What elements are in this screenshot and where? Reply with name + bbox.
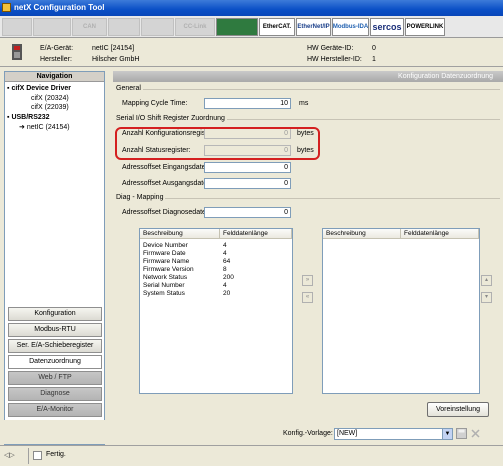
mapped-diag-table[interactable]: Beschreibung Felddatenlänge [322, 228, 480, 394]
logo-sercos: sercos [370, 18, 404, 36]
tree-item-cifx-22039[interactable]: cifX (22039) [31, 104, 69, 111]
available-diag-table[interactable]: Beschreibung Felddatenlänge Device Numbe… [139, 228, 293, 394]
nav-web-ftp-button[interactable]: Web / FTP [8, 371, 102, 385]
status-bar: ◁▷ Fertig. [0, 445, 503, 466]
highlight-box [115, 127, 320, 160]
default-settings-button[interactable]: Voreinstellung [427, 402, 489, 417]
logo-modbus-ida: Modbus-IDA [332, 18, 369, 36]
nav-konfiguration-button[interactable]: Konfiguration [8, 307, 102, 321]
tree-item-cifx-driver[interactable]: ▪ cifX Device Driver [7, 85, 71, 92]
template-select[interactable]: [NEW] ▼ [334, 428, 453, 440]
navigation-panel: Navigation ▪ cifX Device Driver cifX (20… [4, 71, 105, 445]
logo-5 [141, 18, 174, 36]
table-row-description[interactable]: Serial Number [143, 282, 185, 289]
template-label: Konfig.-Vorlage: [283, 430, 333, 437]
table-row-length[interactable]: 64 [223, 258, 230, 265]
table-row-description[interactable]: Firmware Version [143, 266, 194, 273]
diag-group-label: Diag - Mapping [116, 194, 166, 201]
nav-datenzuordnung-button[interactable]: Datenzuordnung [8, 355, 102, 369]
table-row-description[interactable]: Device Number [143, 242, 188, 249]
logo-2 [33, 18, 71, 36]
cycle-time-input[interactable]: 10 [204, 98, 291, 109]
tree-item-cifx-20324[interactable]: cifX (20324) [31, 95, 69, 102]
table-row-length[interactable]: 4 [223, 250, 227, 257]
panel-title: Konfiguration Datenzuordnung [113, 71, 503, 82]
move-left-button[interactable]: « [302, 292, 313, 303]
logo-cclink: CC-Link [175, 18, 215, 36]
column-header[interactable]: Beschreibung [323, 229, 401, 239]
arrow-left-icon: ◁▷ [4, 452, 15, 459]
navigation-title: Navigation [5, 72, 104, 82]
tree-item-usb-rs232[interactable]: ▪ USB/RS232 [7, 114, 50, 121]
info-icon [33, 451, 42, 460]
table-row-description[interactable]: Network Status [143, 274, 187, 281]
status-text: Fertig. [46, 451, 66, 458]
fieldbus-logo-strip: CAN CC-Link EtherCAT. EtherNet/IP Modbus-IDA… [0, 16, 503, 38]
template-value: [NEW] [337, 430, 358, 437]
nav-shift-register-button[interactable]: Ser. E/A-Schieberegister [8, 339, 102, 353]
arrow-right-icon: ➜ [19, 124, 27, 131]
table-row-length[interactable]: 4 [223, 282, 227, 289]
table-row-length[interactable]: 200 [223, 274, 234, 281]
logo-1 [2, 18, 32, 36]
output-offset-label: Adressoffset Ausgangsdaten: [122, 180, 213, 187]
logo-compobus [216, 18, 258, 36]
status-divider [28, 448, 29, 464]
device-value: netIC [24154] [92, 45, 135, 52]
device-id-label: HW Geräte-ID: [307, 45, 354, 52]
table-row-length[interactable]: 8 [223, 266, 227, 273]
content-panel: Konfiguration Datenzuordnung General Map… [113, 71, 503, 420]
input-offset-input[interactable]: 0 [204, 162, 291, 173]
input-offset-label: Adressoffset Eingangsdaten: [122, 164, 212, 171]
column-header[interactable]: Beschreibung [140, 229, 220, 239]
table-row-description[interactable]: System Status [143, 290, 185, 297]
bottom-bar: Konfig.-Vorlage: [NEW] ▼ [0, 420, 503, 444]
cycle-time-unit: ms [299, 100, 309, 107]
logo-4 [108, 18, 140, 36]
move-down-button[interactable]: ▾ [481, 292, 492, 303]
app-icon [2, 3, 11, 12]
output-offset-input[interactable]: 0 [204, 178, 291, 189]
column-header[interactable]: Felddatenlänge [220, 229, 292, 239]
table-row-length[interactable]: 20 [223, 290, 230, 297]
device-id-value: 0 [372, 45, 376, 52]
vendor-value: Hilscher GmbH [92, 56, 140, 63]
diag-offset-label: Adressoffset Diagnosedaten: [122, 209, 212, 216]
device-header: E/A-Gerät: netIC [24154] Hersteller: Hil… [0, 39, 503, 67]
move-up-button[interactable]: ▴ [481, 275, 492, 286]
table-row-description[interactable]: Firmware Date [143, 250, 186, 257]
vendor-id-value: 1 [372, 56, 376, 63]
table-row-length[interactable]: 4 [223, 242, 227, 249]
cycle-time-label: Mapping Cycle Time: [122, 100, 188, 107]
nav-modbus-rtu-button[interactable]: Modbus-RTU [8, 323, 102, 337]
nav-diagnose-button[interactable]: Diagnose [8, 387, 102, 401]
logo-ethernetip: EtherNet/IP [296, 18, 331, 36]
table-row-description[interactable]: Firmware Name [143, 258, 189, 265]
logo-ethercat: EtherCAT. [259, 18, 295, 36]
general-group-label: General [116, 85, 143, 92]
move-right-button[interactable]: » [302, 275, 313, 286]
title-bar: netX Configuration Tool [0, 0, 503, 16]
device-label: E/A-Gerät: [40, 45, 74, 52]
device-icon [12, 44, 22, 60]
vendor-id-label: HW Hersteller-ID: [307, 56, 362, 63]
save-icon[interactable] [456, 428, 467, 439]
logo-canopen: CAN [72, 18, 107, 36]
group-divider [116, 89, 500, 90]
diag-offset-input[interactable]: 0 [204, 207, 291, 218]
delete-icon[interactable] [470, 428, 481, 439]
tree-item-netic[interactable]: ➜ netIC (24154) [19, 123, 70, 131]
serial-group-label: Serial I/O Shift Register Zuordnung [116, 115, 227, 122]
chevron-down-icon[interactable]: ▼ [442, 429, 452, 439]
group-divider [116, 198, 500, 199]
vendor-label: Hersteller: [40, 56, 72, 63]
nav-io-monitor-button[interactable]: E/A-Monitor [8, 403, 102, 417]
logo-powerlink: POWERLINK [405, 18, 445, 36]
column-header[interactable]: Felddatenlänge [401, 229, 479, 239]
window-title: netX Configuration Tool [14, 3, 105, 12]
